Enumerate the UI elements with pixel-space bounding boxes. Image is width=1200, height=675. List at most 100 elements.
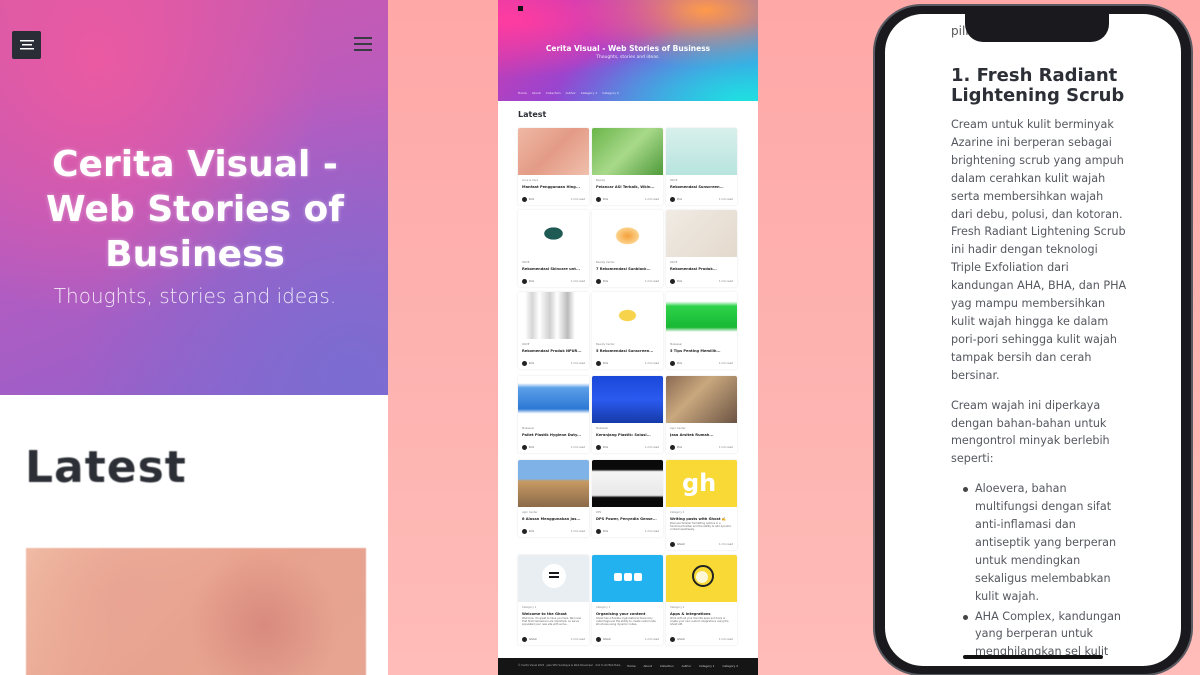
author-avatar[interactable] xyxy=(670,445,675,450)
post-card[interactable]: Makassar Keranjang Plastik: Solusi... Dini… xyxy=(592,376,663,453)
post-card-title[interactable]: Apps & integrations xyxy=(670,612,734,616)
hamburger-menu-icon[interactable] xyxy=(354,37,372,51)
post-card-tag[interactable]: Makassar xyxy=(522,427,534,430)
post-card-title[interactable]: Welcome to the Ghost xyxy=(522,612,586,616)
footer-link[interactable]: Collection xyxy=(660,664,674,668)
post-card[interactable]: WAVE Rekomendasi Sunscreen... Dini 1 min re… xyxy=(666,128,737,205)
post-card[interactable]: Makassar 5 Tips Penting Memilih... Dini 1 m… xyxy=(666,292,737,369)
author-avatar[interactable] xyxy=(522,529,527,534)
author-avatar[interactable] xyxy=(596,445,601,450)
author-name[interactable]: Dini xyxy=(529,446,534,449)
post-card[interactable]: Category 1 Organising your content Ghost h… xyxy=(592,555,663,645)
author-avatar[interactable] xyxy=(522,361,527,366)
footer-link[interactable]: Home xyxy=(627,664,635,668)
post-card-title[interactable]: 5 Tips Penting Memilih... xyxy=(670,349,734,353)
post-card[interactable]: WAVE Rekomendasi Produk... Dini 1 min read xyxy=(666,210,737,287)
post-card[interactable]: Beauty Center 5 Rekomendasi Sunscreen... D… xyxy=(592,292,663,369)
author-avatar[interactable] xyxy=(670,637,675,642)
author-avatar[interactable] xyxy=(596,197,601,202)
author-avatar[interactable] xyxy=(670,361,675,366)
post-card-title[interactable]: Rekomendasi Skincare unt... xyxy=(522,267,586,271)
post-card[interactable]: DPS DPS Power, Penyedia Gense... Dini 1 min… xyxy=(592,460,663,537)
post-card-title[interactable]: Rekomendasi Produk NPUR... xyxy=(522,349,586,353)
nav-item[interactable]: About xyxy=(532,91,541,95)
author-name[interactable]: Dini xyxy=(529,530,534,533)
post-card[interactable]: Agro Center 6 Alasan Menggunakan Jas... Di… xyxy=(518,460,589,537)
post-card-tag[interactable]: Makassar xyxy=(670,343,682,346)
post-card[interactable]: Makassar Pallet Plastik Hygiene Duty... Di… xyxy=(518,376,589,453)
author-name[interactable]: Dini xyxy=(603,446,608,449)
post-card[interactable]: WAVE Rekomendasi Produk NPUR... Dini 1 min … xyxy=(518,292,589,369)
author-avatar[interactable] xyxy=(596,529,601,534)
author-name[interactable]: Dini xyxy=(529,362,534,365)
author-name[interactable]: Dini xyxy=(603,198,608,201)
author-name[interactable]: Dini xyxy=(677,198,682,201)
site-logo[interactable] xyxy=(12,31,41,59)
nav-item[interactable]: Author xyxy=(566,91,576,95)
author-avatar[interactable] xyxy=(596,279,601,284)
author-avatar[interactable] xyxy=(522,445,527,450)
post-card-tag[interactable]: Beauty Center xyxy=(596,343,615,346)
post-card-tag[interactable]: Category 2 xyxy=(670,511,684,514)
author-name[interactable]: Dini xyxy=(603,362,608,365)
post-card-title[interactable]: Pallet Plastik Hygiene Duty... xyxy=(522,433,586,437)
post-card-title[interactable]: 7 Rekomendasi Sunblock... xyxy=(596,267,660,271)
post-card-tag[interactable]: Agro Center xyxy=(670,427,686,430)
post-card-title[interactable]: 5 Rekomendasi Sunscreen... xyxy=(596,349,660,353)
site-logo[interactable] xyxy=(518,6,523,11)
author-name[interactable]: Dini xyxy=(677,446,682,449)
post-card-title[interactable]: Writing posts with Ghost ✍️ xyxy=(670,517,734,521)
post-card[interactable]: Agro Center Jasa Arsitek Rumah... Dini 1 mi… xyxy=(666,376,737,453)
post-card-tag[interactable]: WAVE xyxy=(522,261,529,264)
author-name[interactable]: Dini xyxy=(677,362,682,365)
post-card-tag[interactable]: Agro Center xyxy=(522,511,538,514)
post-card-title[interactable]: Keranjang Plastik: Solusi... xyxy=(596,433,660,437)
author-avatar[interactable] xyxy=(522,197,527,202)
author-name[interactable]: Dini xyxy=(529,280,534,283)
post-card-title[interactable]: 6 Alasan Menggunakan Jas... xyxy=(522,517,586,521)
post-card-tag[interactable]: WAVE xyxy=(522,343,529,346)
post-card-title[interactable]: Rekomendasi Sunscreen... xyxy=(670,185,734,189)
author-avatar[interactable] xyxy=(670,279,675,284)
author-avatar[interactable] xyxy=(670,197,675,202)
author-name[interactable]: Dini xyxy=(603,530,608,533)
post-card-tag[interactable]: Acne & Care xyxy=(522,179,538,182)
post-card-image[interactable] xyxy=(26,548,366,675)
nav-item[interactable]: Home xyxy=(518,91,527,95)
post-card-title[interactable]: Manfaat Penggunaan Hing... xyxy=(522,185,586,189)
post-card-tag[interactable]: Beauty xyxy=(596,179,605,182)
post-card-tag[interactable]: Category 1 xyxy=(522,606,536,609)
post-card-title[interactable]: DPS Power, Penyedia Gense... xyxy=(596,517,660,521)
post-card-tag[interactable]: DPS xyxy=(596,511,601,514)
post-card-tag[interactable]: Category 1 xyxy=(596,606,610,609)
post-card[interactable]: WAVE Rekomendasi Skincare unt... Dini 1 min… xyxy=(518,210,589,287)
author-avatar[interactable] xyxy=(596,637,601,642)
author-name[interactable]: Dini xyxy=(677,280,682,283)
post-card-title[interactable]: Pelancar ASI Terbaik, Wkin... xyxy=(596,185,660,189)
author-avatar[interactable] xyxy=(522,279,527,284)
nav-item[interactable]: Collection xyxy=(546,91,561,95)
author-name[interactable]: Ghost xyxy=(603,638,611,641)
author-avatar[interactable] xyxy=(596,361,601,366)
footer-link[interactable]: Author xyxy=(682,664,691,668)
author-avatar[interactable] xyxy=(522,637,527,642)
post-card[interactable]: Category 2 Apps & integrations Work with a… xyxy=(666,555,737,645)
footer-link[interactable]: Category 2 xyxy=(723,664,738,668)
post-card-tag[interactable]: Makassar xyxy=(596,427,608,430)
author-name[interactable]: Dini xyxy=(529,198,534,201)
author-avatar[interactable] xyxy=(670,542,675,547)
post-card-tag[interactable]: Beauty Center xyxy=(596,261,615,264)
post-card[interactable]: gh Category 2 Writing posts with Ghost ✍️ D… xyxy=(666,460,737,550)
post-card[interactable]: Category 1 Welcome to the Ghost Welcome, i… xyxy=(518,555,589,645)
post-card-tag[interactable]: Category 2 xyxy=(670,606,684,609)
post-card-title[interactable]: Jasa Arsitek Rumah... xyxy=(670,433,734,437)
footer-link[interactable]: About xyxy=(644,664,652,668)
post-card[interactable]: Acne & Care Manfaat Penggunaan Hing... Din… xyxy=(518,128,589,205)
post-card-title[interactable]: Rekomendasi Produk... xyxy=(670,267,734,271)
post-card[interactable]: Beauty Pelancar ASI Terbaik, Wkin... Dini 1… xyxy=(592,128,663,205)
nav-item[interactable]: Category 1 xyxy=(581,91,598,95)
author-name[interactable]: Ghost xyxy=(677,543,685,546)
post-card-tag[interactable]: WAVE xyxy=(670,261,677,264)
nav-item[interactable]: Category 2 xyxy=(602,91,619,95)
footer-link[interactable]: Category 1 xyxy=(699,664,714,668)
